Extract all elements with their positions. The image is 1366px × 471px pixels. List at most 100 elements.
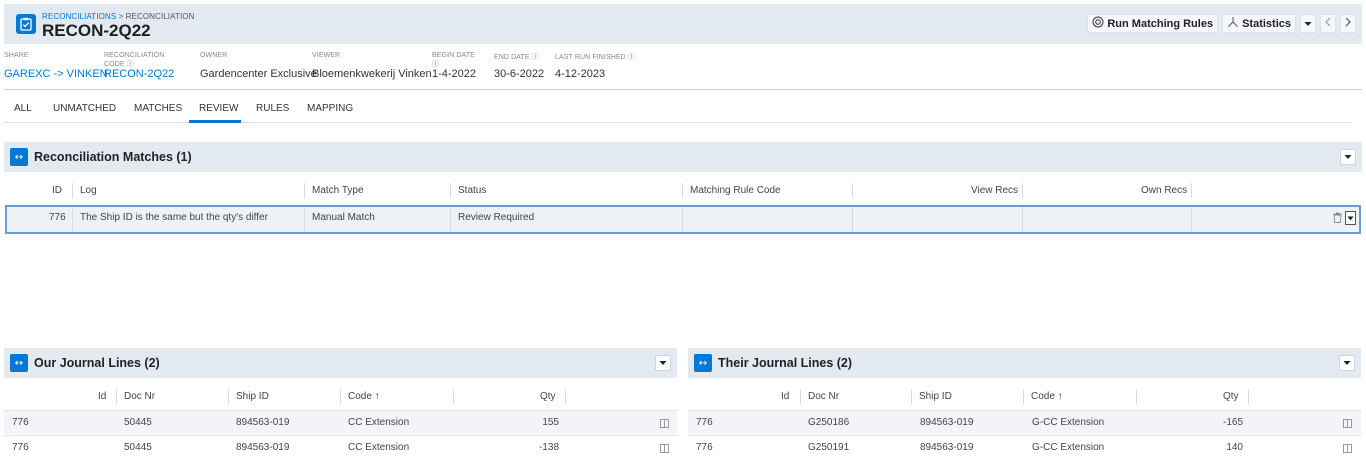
cell-qty: -165 [1222, 417, 1243, 428]
tab-review[interactable]: REVIEW [199, 103, 238, 114]
caret-down-icon [1344, 153, 1352, 162]
tab-rules[interactable]: RULES [256, 103, 289, 114]
matches-panel-menu-button[interactable] [1340, 149, 1356, 165]
column-header-qty[interactable]: Qty [1223, 391, 1239, 402]
statistics-label: Statistics [1242, 17, 1291, 30]
column-header-id[interactable]: Id [98, 391, 106, 402]
table-row[interactable]: 776 50445 894563-019 CC Extension -138 [4, 435, 677, 459]
cell-code: CC Extension [348, 442, 410, 453]
begin-date-value: 1-4-2022 [432, 68, 477, 80]
cell-status: Review Required [458, 212, 535, 223]
details-icon[interactable] [660, 444, 669, 453]
column-header-view-recs[interactable]: View Recs [971, 185, 1018, 196]
expand-horizontal-icon[interactable]: ↔ [10, 354, 28, 372]
column-separator [852, 183, 853, 198]
cell-id: 776 [49, 212, 66, 223]
tab-unmatched[interactable]: UNMATCHED [53, 103, 116, 114]
column-separator [72, 183, 73, 198]
their-journal-lines-panel-header: ↔ Their Journal Lines (2) [688, 348, 1361, 378]
breadcrumb-current: RECONCILIATION [125, 12, 195, 21]
cell-id: 776 [12, 442, 29, 453]
active-tab-indicator [189, 120, 241, 123]
column-header-log[interactable]: Log [80, 185, 97, 196]
column-separator [72, 207, 73, 232]
column-separator [116, 389, 117, 404]
expand-horizontal-icon[interactable]: ↔ [694, 354, 712, 372]
column-header-id[interactable]: Id [781, 391, 789, 402]
meta-label: VIEWER [312, 52, 341, 59]
column-header-qty[interactable]: Qty [540, 391, 556, 402]
breadcrumb-separator: > [116, 12, 126, 21]
caret-down-icon [659, 359, 667, 368]
cell-id: 776 [696, 417, 713, 428]
meta-owner: OWNER Gardencenter Exclusive [200, 52, 317, 80]
column-separator [340, 389, 341, 404]
column-header-doc-nr[interactable]: Doc Nr [808, 391, 839, 402]
column-separator [1248, 389, 1249, 404]
share-link[interactable]: GAREXC -> VINKEN [4, 68, 108, 80]
our-journal-lines-menu-button[interactable] [655, 355, 671, 371]
column-header-doc-nr[interactable]: Doc Nr [124, 391, 155, 402]
cell-qty: 140 [1226, 442, 1243, 453]
table-row[interactable]: 776 50445 894563-019 CC Extension 155 [4, 410, 677, 434]
reconciliation-code-link[interactable]: RECON-2Q22 [104, 68, 184, 80]
details-icon[interactable] [660, 419, 669, 428]
cell-id: 776 [696, 442, 713, 453]
column-header-match-type[interactable]: Match Type [312, 185, 364, 196]
column-header-own-recs[interactable]: Own Recs [1141, 185, 1187, 196]
run-matching-rules-label: Run Matching Rules [1107, 17, 1214, 30]
column-header-code[interactable]: Code ↑ [1031, 391, 1063, 402]
tab-all[interactable]: ALL [14, 103, 32, 114]
column-separator [682, 183, 683, 198]
meta-viewer: VIEWER Bloemenkwekerij Vinken [312, 52, 432, 80]
run-matching-rules-button[interactable]: Run Matching Rules [1087, 14, 1219, 33]
table-row[interactable]: 776 G250191 894563-019 G-CC Extension 14… [688, 435, 1361, 459]
tab-mapping[interactable]: MAPPING [307, 103, 353, 114]
cell-code: G-CC Extension [1032, 417, 1105, 428]
column-separator [1022, 207, 1023, 232]
details-icon[interactable] [1343, 419, 1352, 428]
expand-horizontal-icon[interactable]: ↔ [10, 148, 28, 166]
cell-qty: -138 [538, 442, 559, 453]
column-separator [1022, 183, 1023, 198]
meta-label: RECONCILIATION CODE ⓘ [104, 52, 165, 68]
trash-icon[interactable] [1333, 212, 1342, 226]
toolbar: Run Matching Rules Statistics [1087, 14, 1356, 33]
tab-bar: ALL UNMATCHED MATCHES REVIEW RULES MAPPI… [4, 98, 1352, 123]
table-row[interactable]: 776 The Ship ID is the same but the qty'… [5, 205, 1361, 234]
our-journal-lines-title: Our Journal Lines (2) [34, 356, 160, 370]
previous-button[interactable] [1320, 14, 1336, 33]
their-journal-lines-menu-button[interactable] [1339, 355, 1355, 371]
column-separator [852, 207, 853, 232]
meta-label: SHARE [4, 52, 29, 59]
column-separator [1191, 183, 1192, 198]
matches-panel-header: ↔ Reconciliation Matches (1) [4, 142, 1362, 172]
breadcrumb-reconciliations-link[interactable]: RECONCILIATIONS [42, 12, 116, 21]
chevron-right-icon [1345, 17, 1351, 30]
chevron-left-icon [1325, 17, 1331, 30]
statistics-button[interactable]: Statistics [1222, 14, 1296, 33]
cell-code: CC Extension [348, 417, 410, 428]
clipboard-check-icon [16, 14, 36, 34]
their-journal-lines-title: Their Journal Lines (2) [718, 356, 853, 370]
column-header-matching-rule-code[interactable]: Matching Rule Code [690, 185, 781, 196]
column-header-ship-id[interactable]: Ship ID [236, 391, 269, 402]
meta-begin-date: BEGIN DATE ⓘ 1-4-2022 [432, 52, 478, 80]
cell-match-type: Manual Match [312, 212, 375, 223]
column-separator [304, 183, 305, 198]
cell-ship-id: 894563-019 [920, 417, 974, 428]
next-button[interactable] [1340, 14, 1356, 33]
meta-share: SHARE GAREXC -> VINKEN [4, 52, 108, 80]
column-separator [682, 207, 683, 232]
tab-matches[interactable]: MATCHES [134, 103, 182, 114]
breadcrumb: RECONCILIATIONS > RECONCILIATION [42, 12, 195, 21]
table-row[interactable]: 776 G250186 894563-019 G-CC Extension -1… [688, 410, 1361, 434]
more-actions-dropdown[interactable] [1300, 14, 1316, 33]
row-actions-dropdown[interactable] [1345, 211, 1356, 225]
column-header-status[interactable]: Status [458, 185, 486, 196]
column-header-ship-id[interactable]: Ship ID [919, 391, 952, 402]
column-header-id[interactable]: ID [52, 185, 62, 196]
column-header-code[interactable]: Code ↑ [348, 391, 380, 402]
details-icon[interactable] [1343, 444, 1352, 453]
column-separator [911, 389, 912, 404]
